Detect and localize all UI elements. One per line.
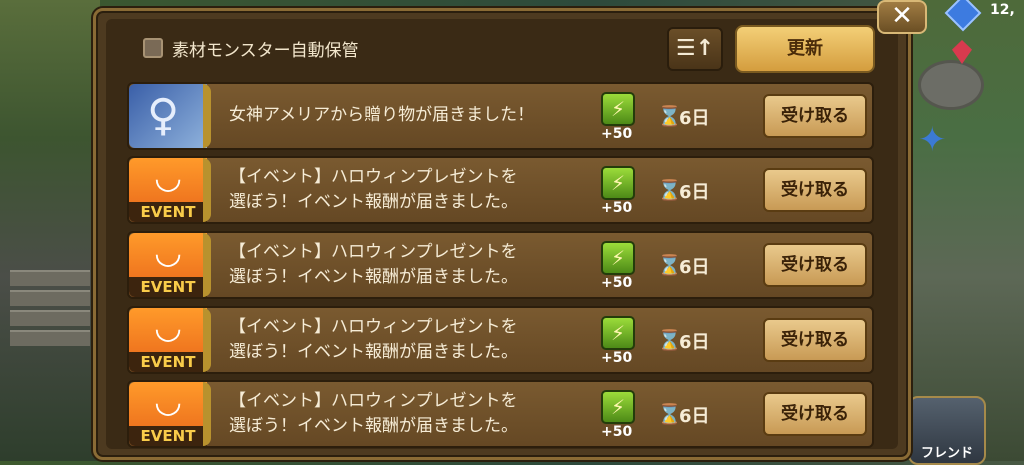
icon-frame (203, 233, 211, 297)
claim-button[interactable]: 受け取る (763, 318, 867, 362)
mail-message-line1: 【イベント】ハロウィンプレゼントを (229, 242, 518, 262)
expiry-days: 6日 (679, 332, 710, 353)
blue-bird-icon: ✦ (918, 120, 947, 160)
reward-amount: +50 (601, 275, 633, 291)
icon-frame (203, 382, 211, 446)
stone-altar (918, 60, 984, 110)
refresh-button[interactable]: 更新 (735, 25, 875, 73)
smile-icon: ◡ (155, 382, 181, 420)
mail-message-line2: 選ぼう！イベント報酬が届きました。 (229, 267, 518, 287)
event-icon: ◡ EVENT (129, 382, 207, 446)
energy-icon: ⚡ (601, 390, 635, 424)
event-badge: EVENT (129, 277, 207, 297)
claim-button[interactable]: 受け取る (763, 243, 867, 287)
event-badge: EVENT (129, 352, 207, 372)
mail-message: 【イベント】ハロウィンプレゼントを 選ぼう！イベント報酬が届きました。 (229, 240, 589, 290)
expiry-days: 6日 (679, 108, 710, 129)
mail-message: 【イベント】ハロウィンプレゼントを 選ぼう！イベント報酬が届きました。 (229, 389, 589, 439)
mail-message-line1: 【イベント】ハロウィンプレゼントを (229, 167, 518, 187)
auto-store-label: 素材モンスター自動保管 (172, 41, 359, 61)
mail-message-line2: 選ぼう！イベント報酬が届きました。 (229, 192, 518, 212)
mail-row: ◡ EVENT 【イベント】ハロウィンプレゼントを 選ぼう！イベント報酬が届きま… (127, 380, 874, 448)
claim-button[interactable]: 受け取る (763, 392, 867, 436)
reward-amount: +50 (601, 350, 633, 366)
expiry-days: 6日 (679, 182, 710, 203)
friend-button-label: フレンド (920, 446, 973, 461)
mail-message-line1: 【イベント】ハロウィンプレゼントを (229, 317, 518, 337)
event-icon: ◡ EVENT (129, 158, 207, 222)
energy-icon: ⚡ (601, 166, 635, 200)
icon-frame (203, 84, 211, 148)
event-badge: EVENT (129, 202, 207, 222)
expiry-days: 6日 (679, 406, 710, 427)
icon-frame (203, 308, 211, 372)
mail-message: 女神アメリアから贈り物が届きました！ (229, 105, 535, 125)
mail-row: ◡ EVENT 【イベント】ハロウィンプレゼントを 選ぼう！イベント報酬が届きま… (127, 306, 874, 374)
mail-message-line2: 選ぼう！イベント報酬が届きました。 (229, 416, 518, 436)
reward-amount: +50 (601, 424, 633, 440)
friend-button[interactable]: フレンド (908, 396, 986, 465)
mail-message: 【イベント】ハロウィンプレゼントを 選ぼう！イベント報酬が届きました。 (229, 165, 589, 215)
energy-icon: ⚡ (601, 92, 635, 126)
smile-icon: ◡ (155, 158, 181, 196)
close-button[interactable]: ✕ (877, 0, 927, 34)
event-icon: ◡ EVENT (129, 233, 207, 297)
background-scenery-left (0, 0, 100, 461)
energy-icon: ⚡ (601, 241, 635, 275)
mail-row: ◡ EVENT 【イベント】ハロウィンプレゼントを 選ぼう！イベント報酬が届きま… (127, 156, 874, 224)
goddess-icon: ♀ (129, 84, 207, 148)
event-badge: EVENT (129, 426, 207, 446)
mail-row: ◡ EVENT 【イベント】ハロウィンプレゼントを 選ぼう！イベント報酬が届きま… (127, 231, 874, 299)
gem-counter: 12, (990, 2, 1015, 18)
mail-row: ♀ 女神アメリアから贈り物が届きました！ ⚡ +50 ⌛ 6日 受け取る (127, 82, 874, 150)
claim-button[interactable]: 受け取る (763, 168, 867, 212)
energy-icon: ⚡ (601, 316, 635, 350)
smile-icon: ◡ (155, 308, 181, 346)
expiry-days: 6日 (679, 257, 710, 278)
claim-button[interactable]: 受け取る (763, 94, 867, 138)
mail-message-line1: 【イベント】ハロウィンプレゼントを (229, 391, 518, 411)
auto-store-checkbox[interactable] (143, 38, 163, 58)
mail-message-line2: 選ぼう！イベント報酬が届きました。 (229, 342, 518, 362)
mail-message: 【イベント】ハロウィンプレゼントを 選ぼう！イベント報酬が届きました。 (229, 315, 589, 365)
reward-amount: +50 (601, 126, 633, 142)
sort-button[interactable]: ☰↑ (667, 27, 723, 71)
icon-frame (203, 158, 211, 222)
event-icon: ◡ EVENT (129, 308, 207, 372)
reward-amount: +50 (601, 200, 633, 216)
smile-icon: ◡ (155, 233, 181, 271)
